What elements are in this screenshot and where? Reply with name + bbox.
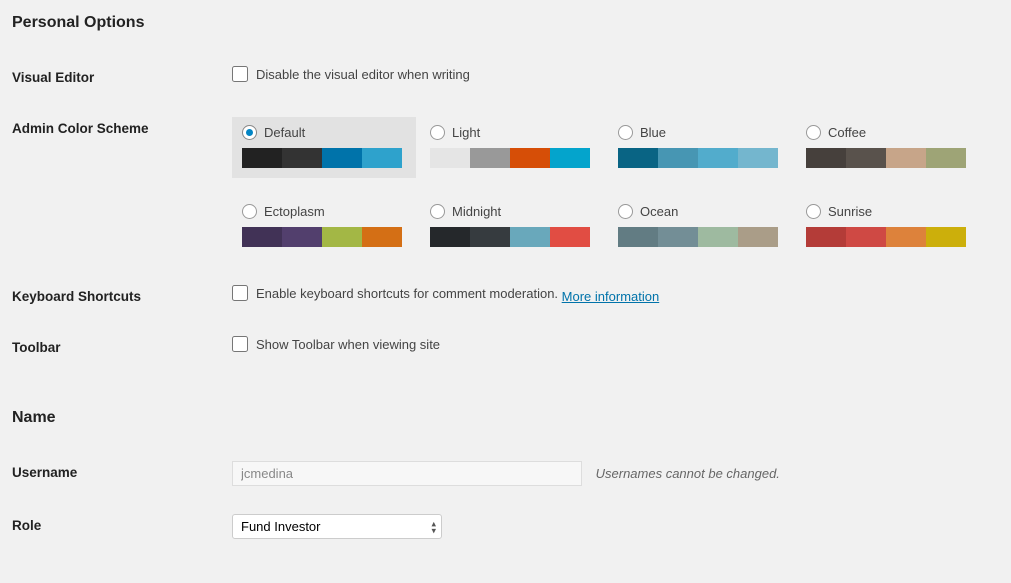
username-label: Username (12, 447, 232, 500)
color-swatch (242, 227, 282, 247)
keyboard-shortcuts-checkbox-label[interactable]: Enable keyboard shortcuts for comment mo… (232, 285, 558, 301)
radio-icon[interactable] (806, 204, 821, 219)
color-scheme-name: Ocean (640, 204, 678, 219)
color-scheme-option-midnight[interactable]: Midnight (420, 196, 604, 257)
color-swatch (738, 148, 778, 168)
color-swatch-row (806, 148, 966, 168)
toolbar-checkbox[interactable] (232, 336, 248, 352)
color-swatch-row (242, 148, 402, 168)
color-scheme-name: Blue (640, 125, 666, 140)
visual-editor-checkbox[interactable] (232, 66, 248, 82)
toolbar-checkbox-text: Show Toolbar when viewing site (256, 337, 440, 352)
color-scheme-radio-row[interactable]: Ectoplasm (242, 204, 406, 219)
section-heading-personal-options: Personal Options (12, 14, 993, 32)
color-swatch (322, 148, 362, 168)
radio-icon[interactable] (806, 125, 821, 140)
color-scheme-option-light[interactable]: Light (420, 117, 604, 178)
color-swatch (846, 148, 886, 168)
color-swatch (618, 227, 658, 247)
radio-icon[interactable] (618, 204, 633, 219)
keyboard-shortcuts-checkbox-text: Enable keyboard shortcuts for comment mo… (256, 286, 558, 301)
role-label: Role (12, 500, 232, 553)
color-scheme-name: Coffee (828, 125, 866, 140)
color-swatch (618, 148, 658, 168)
color-scheme-option-default[interactable]: Default (232, 117, 416, 178)
color-swatch-row (618, 148, 778, 168)
radio-icon[interactable] (242, 125, 257, 140)
color-swatch-row (430, 148, 590, 168)
color-swatch (510, 227, 550, 247)
color-swatch (926, 148, 966, 168)
color-scheme-option-ectoplasm[interactable]: Ectoplasm (232, 196, 416, 257)
visual-editor-checkbox-text: Disable the visual editor when writing (256, 67, 470, 82)
color-scheme-name: Light (452, 125, 480, 140)
radio-icon[interactable] (430, 204, 445, 219)
color-scheme-name: Midnight (452, 204, 501, 219)
color-swatch (846, 227, 886, 247)
color-swatch (698, 148, 738, 168)
color-scheme-radio-row[interactable]: Blue (618, 125, 782, 140)
color-swatch (362, 148, 402, 168)
role-select[interactable]: Fund Investor (232, 514, 442, 539)
color-swatch-row (806, 227, 966, 247)
color-swatch (738, 227, 778, 247)
color-scheme-name: Ectoplasm (264, 204, 325, 219)
color-scheme-grid: Default Light Blue Coffee Ectoplasm Midnight O… (232, 117, 993, 257)
section-heading-name: Name (12, 409, 993, 427)
color-scheme-radio-row[interactable]: Midnight (430, 204, 594, 219)
color-scheme-name: Sunrise (828, 204, 872, 219)
toolbar-label: Toolbar (12, 322, 232, 373)
color-swatch (806, 148, 846, 168)
color-swatch (282, 148, 322, 168)
color-scheme-radio-row[interactable]: Ocean (618, 204, 782, 219)
color-scheme-radio-row[interactable]: Default (242, 125, 406, 140)
color-swatch (886, 227, 926, 247)
color-scheme-option-coffee[interactable]: Coffee (796, 117, 980, 178)
color-swatch-row (242, 227, 402, 247)
color-swatch (886, 148, 926, 168)
color-swatch (362, 227, 402, 247)
color-swatch (282, 227, 322, 247)
color-swatch-row (430, 227, 590, 247)
color-swatch (242, 148, 282, 168)
color-scheme-label: Admin Color Scheme (12, 103, 232, 271)
color-swatch-row (618, 227, 778, 247)
color-scheme-option-ocean[interactable]: Ocean (608, 196, 792, 257)
color-swatch (926, 227, 966, 247)
keyboard-shortcuts-label: Keyboard Shortcuts (12, 271, 232, 322)
color-swatch (698, 227, 738, 247)
color-swatch (806, 227, 846, 247)
radio-icon[interactable] (242, 204, 257, 219)
color-scheme-radio-row[interactable]: Sunrise (806, 204, 970, 219)
color-scheme-radio-row[interactable]: Coffee (806, 125, 970, 140)
username-description: Usernames cannot be changed. (596, 466, 780, 481)
color-swatch (510, 148, 550, 168)
keyboard-shortcuts-more-info-link[interactable]: More information (562, 289, 660, 304)
keyboard-shortcuts-checkbox[interactable] (232, 285, 248, 301)
color-swatch (550, 148, 590, 168)
color-swatch (550, 227, 590, 247)
visual-editor-checkbox-label[interactable]: Disable the visual editor when writing (232, 66, 470, 82)
radio-icon[interactable] (618, 125, 633, 140)
color-swatch (658, 148, 698, 168)
color-scheme-option-sunrise[interactable]: Sunrise (796, 196, 980, 257)
color-swatch (430, 227, 470, 247)
radio-icon[interactable] (430, 125, 445, 140)
toolbar-checkbox-label[interactable]: Show Toolbar when viewing site (232, 336, 440, 352)
color-scheme-name: Default (264, 125, 305, 140)
visual-editor-label: Visual Editor (12, 52, 232, 103)
color-swatch (658, 227, 698, 247)
color-swatch (322, 227, 362, 247)
color-swatch (470, 148, 510, 168)
username-field (232, 461, 582, 486)
color-swatch (470, 227, 510, 247)
color-swatch (430, 148, 470, 168)
color-scheme-option-blue[interactable]: Blue (608, 117, 792, 178)
color-scheme-radio-row[interactable]: Light (430, 125, 594, 140)
